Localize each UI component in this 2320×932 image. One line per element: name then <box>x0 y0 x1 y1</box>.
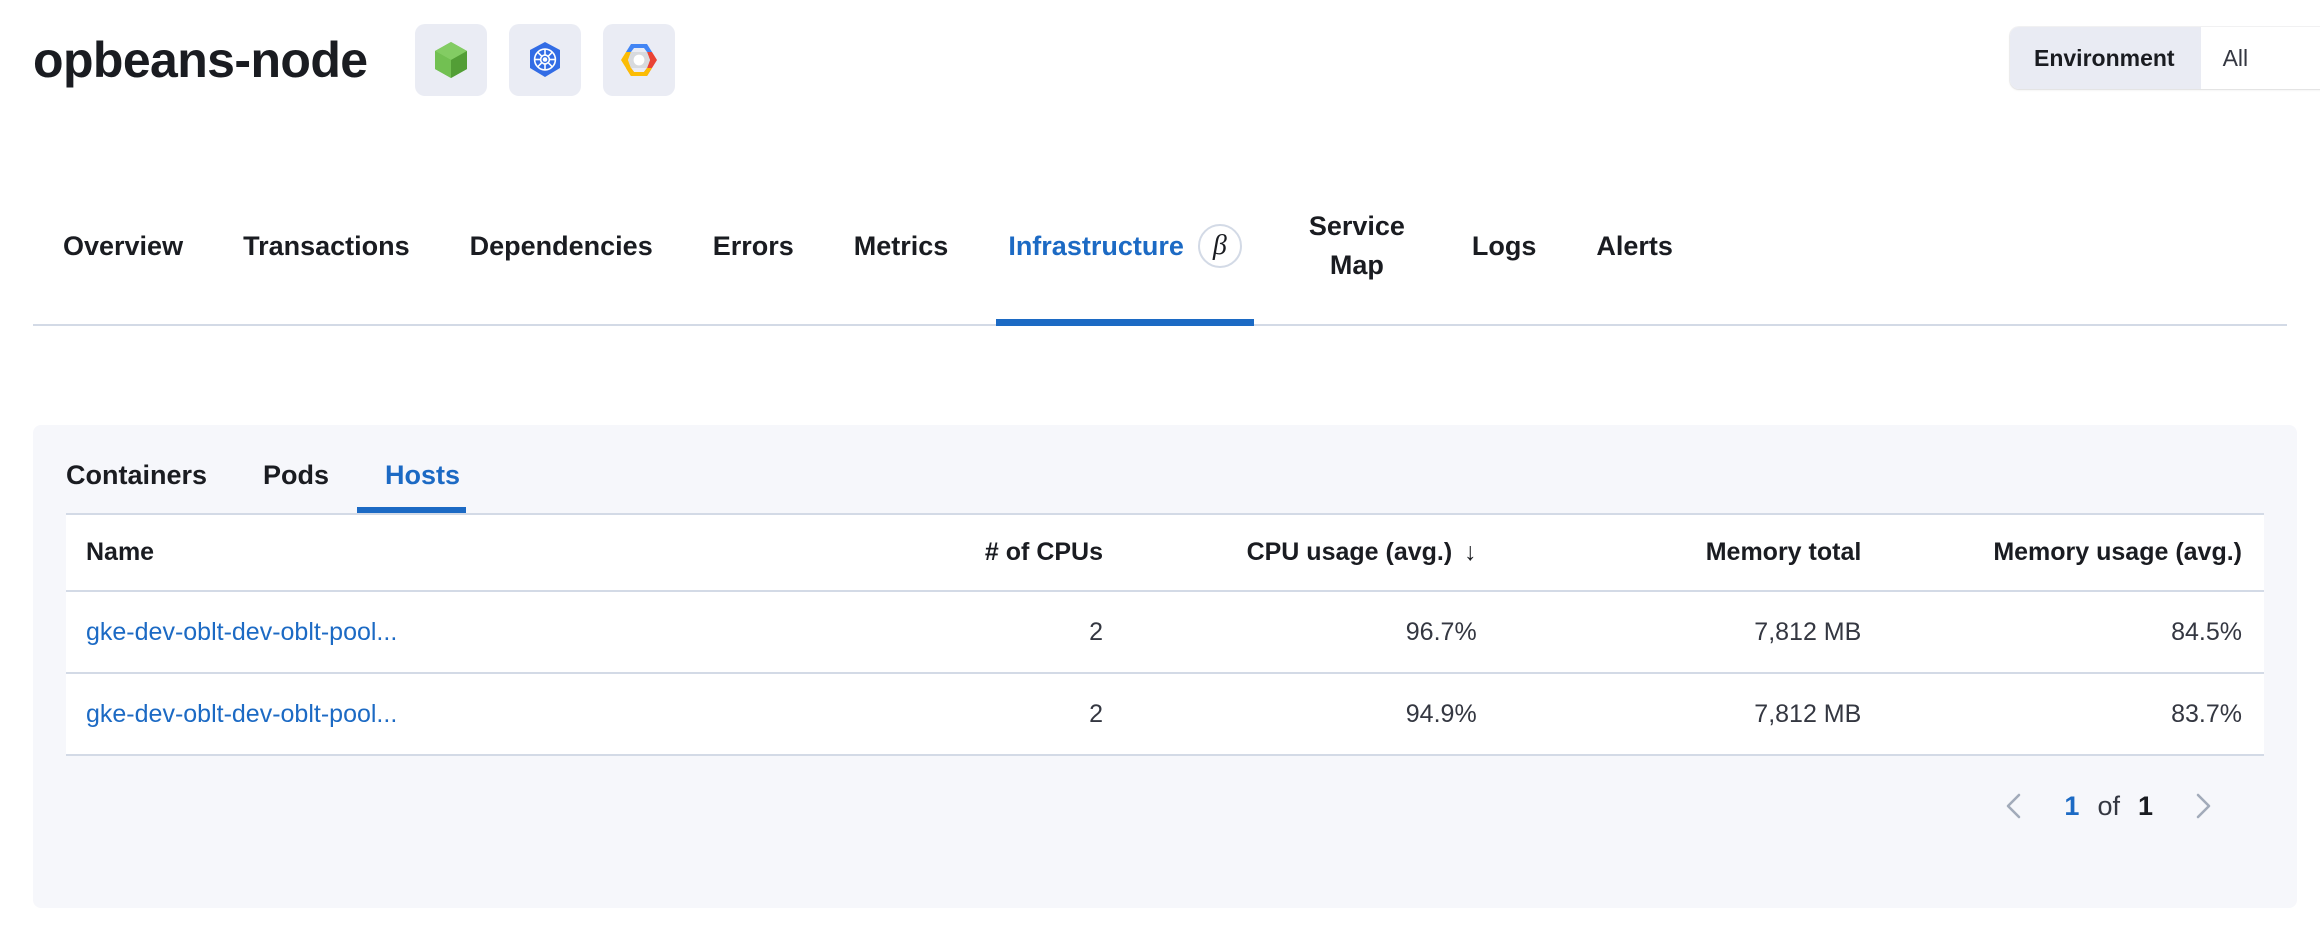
column-header-label: Memory usage (avg.) <box>1993 538 2242 566</box>
tab-infrastructure[interactable]: Infrastructure β <box>978 168 1272 324</box>
tab-label: Logs <box>1472 231 1537 262</box>
chevron-right-icon[interactable] <box>2181 784 2225 828</box>
cell-memory-usage: 84.5% <box>1879 591 2264 673</box>
google-cloud-icon[interactable] <box>603 24 675 96</box>
tab-label: Metrics <box>854 231 949 262</box>
kubernetes-icon[interactable] <box>509 24 581 96</box>
pagination-total-pages: 1 <box>2126 791 2165 822</box>
tab-errors[interactable]: Errors <box>683 168 824 324</box>
cell-memory-total: 7,812 MB <box>1495 591 1880 673</box>
agent-icon-group <box>415 24 675 96</box>
host-link[interactable]: gke-dev-oblt-dev-oblt-pool... <box>86 618 397 646</box>
cell-cpus: 2 <box>791 591 1121 673</box>
column-header-cpus[interactable]: # of CPUs <box>791 515 1121 591</box>
cell-memory-total: 7,812 MB <box>1495 673 1880 755</box>
tab-label: Errors <box>713 231 794 262</box>
column-header-label: # of CPUs <box>985 538 1103 566</box>
tab-label: Infrastructure <box>1008 231 1184 262</box>
panel-tab-containers[interactable]: Containers <box>66 460 235 513</box>
title-row: opbeans-node <box>33 24 675 96</box>
column-header-label: Memory total <box>1706 538 1862 566</box>
panel-tab-label: Pods <box>263 460 329 490</box>
pagination-of-label: of <box>2091 791 2126 822</box>
cell-cpu-usage: 96.7% <box>1121 591 1495 673</box>
infrastructure-panel: Containers Pods Hosts Name # of CPUs CPU <box>33 425 2297 908</box>
column-header-name[interactable]: Name <box>66 515 791 591</box>
table-row: gke-dev-oblt-dev-oblt-pool... 2 94.9% 7,… <box>66 673 2264 755</box>
panel-tab-label: Hosts <box>385 460 460 490</box>
page-title: opbeans-node <box>33 35 367 85</box>
table-body: gke-dev-oblt-dev-oblt-pool... 2 96.7% 7,… <box>66 591 2264 755</box>
column-header-cpu-usage[interactable]: CPU usage (avg.) ↓ <box>1121 515 1495 591</box>
column-header-label: CPU usage (avg.) <box>1247 538 1453 566</box>
environment-label: Environment <box>2010 27 2201 89</box>
table-head: Name # of CPUs CPU usage (avg.) ↓ Memory … <box>66 515 2264 591</box>
cell-name: gke-dev-oblt-dev-oblt-pool... <box>66 673 791 755</box>
pagination: 1 of 1 <box>33 756 2297 856</box>
tab-label: Dependencies <box>470 231 653 262</box>
column-header-label: Name <box>86 538 154 566</box>
cell-memory-usage: 83.7% <box>1879 673 2264 755</box>
table-header-row: Name # of CPUs CPU usage (avg.) ↓ Memory … <box>66 515 2264 591</box>
tab-alerts[interactable]: Alerts <box>1566 168 1703 324</box>
nodejs-icon[interactable] <box>415 24 487 96</box>
tab-label: Transactions <box>243 231 410 262</box>
tab-label: Overview <box>63 231 183 262</box>
chevron-left-icon[interactable] <box>1992 784 2036 828</box>
tab-overview[interactable]: Overview <box>33 168 213 324</box>
table-row: gke-dev-oblt-dev-oblt-pool... 2 96.7% 7,… <box>66 591 2264 673</box>
tab-logs[interactable]: Logs <box>1442 168 1567 324</box>
sort-desc-icon: ↓ <box>1464 538 1477 567</box>
beta-badge: β <box>1198 224 1242 268</box>
panel-tab-label: Containers <box>66 460 207 490</box>
hosts-table-container: Name # of CPUs CPU usage (avg.) ↓ Memory … <box>66 515 2264 756</box>
cell-cpus: 2 <box>791 673 1121 755</box>
tab-label: Service Map <box>1302 207 1412 285</box>
service-tab-bar: Overview Transactions Dependencies Error… <box>33 168 2287 326</box>
infrastructure-tab-bar: Containers Pods Hosts <box>33 425 2297 513</box>
host-link[interactable]: gke-dev-oblt-dev-oblt-pool... <box>86 700 397 728</box>
pagination-current-page[interactable]: 1 <box>2052 791 2091 822</box>
cell-cpu-usage: 94.9% <box>1121 673 1495 755</box>
hosts-table: Name # of CPUs CPU usage (avg.) ↓ Memory … <box>66 515 2264 756</box>
tab-dependencies[interactable]: Dependencies <box>440 168 683 324</box>
panel-tab-pods[interactable]: Pods <box>235 460 357 513</box>
tab-metrics[interactable]: Metrics <box>824 168 979 324</box>
tab-transactions[interactable]: Transactions <box>213 168 440 324</box>
environment-select[interactable]: Environment All <box>2010 27 2320 89</box>
tab-service-map[interactable]: Service Map <box>1272 168 1442 324</box>
tab-label: Alerts <box>1596 231 1673 262</box>
cell-name: gke-dev-oblt-dev-oblt-pool... <box>66 591 791 673</box>
environment-value[interactable]: All <box>2201 27 2320 89</box>
column-header-memory-total[interactable]: Memory total <box>1495 515 1880 591</box>
panel-tab-hosts[interactable]: Hosts <box>357 460 488 513</box>
column-header-memory-usage[interactable]: Memory usage (avg.) <box>1879 515 2264 591</box>
page-header: opbeans-node <box>33 0 2320 148</box>
